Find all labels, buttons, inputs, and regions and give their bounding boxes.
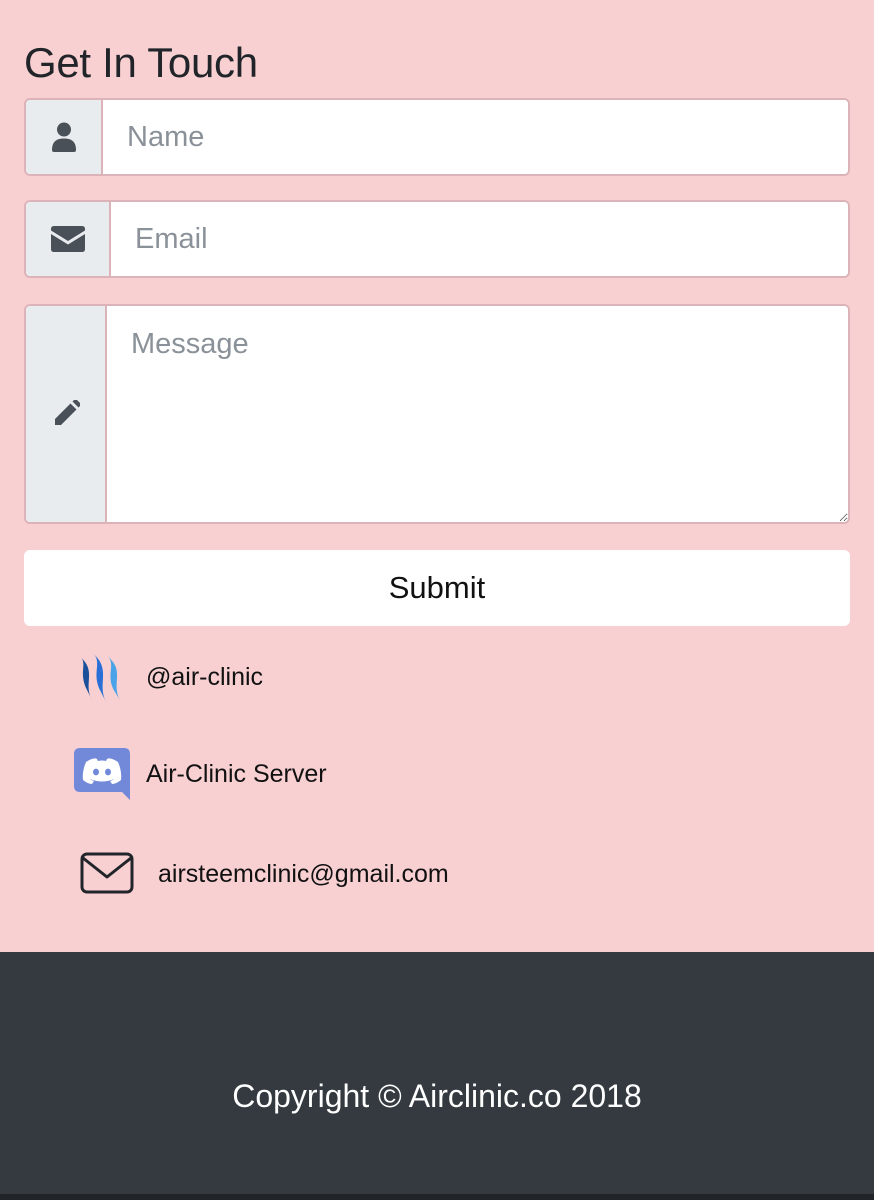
copyright-text: Copyright © Airclinic.co 2018: [232, 1078, 642, 1114]
name-field-group: [24, 98, 850, 176]
message-field-group: [24, 304, 850, 524]
discord-icon: [74, 748, 130, 800]
contact-section: Get In Touch Submit: [0, 0, 874, 952]
envelope-icon: [50, 226, 85, 252]
user-icon: [51, 122, 76, 152]
message-addon: [26, 306, 107, 522]
steemit-icon: [80, 654, 120, 702]
email-link[interactable]: airsteemclinic@gmail.com: [80, 852, 449, 896]
message-input[interactable]: [107, 306, 848, 522]
pencil-icon: [54, 400, 80, 425]
steemit-link[interactable]: @air-clinic: [74, 650, 263, 704]
page-title: Get In Touch: [24, 39, 258, 86]
email-input[interactable]: [111, 202, 848, 276]
steemit-handle: @air-clinic: [146, 662, 264, 691]
footer: Copyright © Airclinic.co 2018: [0, 952, 874, 1194]
name-input[interactable]: [103, 100, 848, 174]
discord-link[interactable]: Air-Clinic Server: [74, 748, 327, 800]
page-bottom-edge: [0, 1194, 874, 1200]
mail-outline-icon: [80, 852, 134, 894]
submit-button[interactable]: Submit: [24, 550, 850, 626]
email-field-group: [24, 200, 850, 278]
name-addon: [26, 100, 103, 174]
discord-server-name: Air-Clinic Server: [146, 759, 327, 788]
email-address: airsteemclinic@gmail.com: [158, 859, 449, 888]
email-addon: [26, 202, 111, 276]
